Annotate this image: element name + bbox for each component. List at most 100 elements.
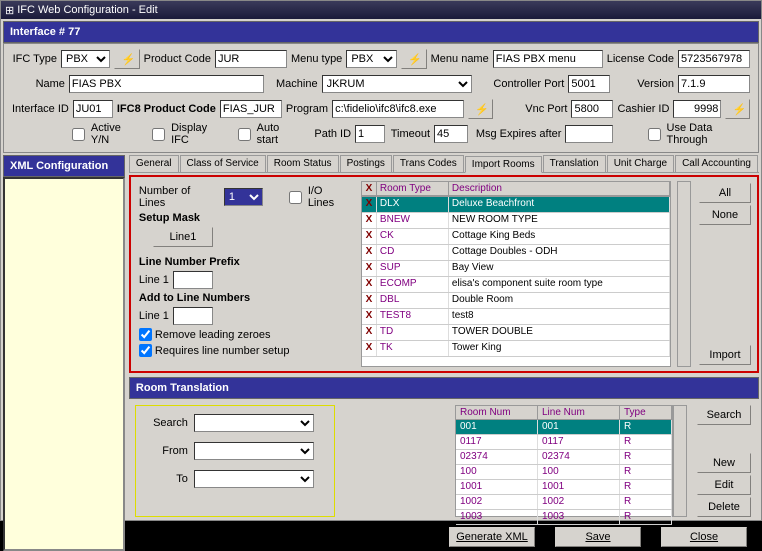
x-cell[interactable]: X <box>362 261 377 276</box>
ifc8-product-input[interactable] <box>220 100 282 118</box>
add-line1-input[interactable] <box>173 307 213 325</box>
cashier-id-input[interactable] <box>673 100 721 118</box>
timeout-input[interactable] <box>434 125 468 143</box>
active-yn-label: Active Y/N <box>91 122 139 146</box>
tab-unit-charge[interactable]: Unit Charge <box>607 155 674 172</box>
generate-xml-button[interactable]: Generate XML <box>449 527 535 547</box>
translation-row[interactable]: 001001R <box>456 420 672 435</box>
translation-row[interactable]: 01170117R <box>456 435 672 450</box>
prefix-line1-input[interactable] <box>173 271 213 289</box>
num-lines-select[interactable]: 1 <box>224 188 263 206</box>
type-header[interactable]: Type <box>620 406 672 419</box>
room-type-row[interactable]: XTEST8test8 <box>362 309 670 325</box>
room-type-row[interactable]: XCKCottage King Beds <box>362 229 670 245</box>
none-button[interactable]: None <box>699 205 751 225</box>
all-button[interactable]: All <box>699 183 751 203</box>
room-type-row[interactable]: XDBLDouble Room <box>362 293 670 309</box>
room-type-row[interactable]: XECOMPelisa's component suite room type <box>362 277 670 293</box>
room-type-row[interactable]: XCDCottage Doubles - ODH <box>362 245 670 261</box>
msg-expires-input[interactable] <box>565 125 613 143</box>
vnc-port-input[interactable] <box>571 100 613 118</box>
translation-row[interactable]: 10021002R <box>456 495 672 510</box>
controller-port-input[interactable] <box>568 75 610 93</box>
product-code-input[interactable] <box>215 50 287 68</box>
interface-id-input[interactable] <box>73 100 113 118</box>
display-ifc-checkbox[interactable] <box>152 128 165 141</box>
edit-button[interactable]: Edit <box>697 475 751 495</box>
room-num-header[interactable]: Room Num <box>456 406 538 419</box>
import-button[interactable]: Import <box>699 345 751 365</box>
x-cell[interactable]: X <box>362 293 377 308</box>
room-type-row[interactable]: XDLXDeluxe Beachfront <box>362 197 670 213</box>
machine-select[interactable]: JKRUM <box>322 75 472 93</box>
tab-general[interactable]: General <box>129 155 179 172</box>
x-cell[interactable]: X <box>362 245 377 260</box>
room-num-cell: 100 <box>456 465 538 479</box>
x-cell[interactable]: X <box>362 341 377 356</box>
remove-zeroes-checkbox[interactable] <box>139 328 152 341</box>
x-cell[interactable]: X <box>362 213 377 228</box>
use-data-through-checkbox[interactable] <box>648 128 661 141</box>
x-cell[interactable]: X <box>362 277 377 292</box>
grid-x-header[interactable]: X <box>362 182 377 195</box>
close-button[interactable]: Close <box>661 527 747 547</box>
x-cell[interactable]: X <box>362 229 377 244</box>
x-cell[interactable]: X <box>362 325 377 340</box>
translation-scrollbar[interactable] <box>673 405 687 517</box>
save-button[interactable]: Save <box>555 527 641 547</box>
translation-row[interactable]: 0237402374R <box>456 450 672 465</box>
xml-tree[interactable] <box>3 177 125 551</box>
tab-room-status[interactable]: Room Status <box>267 155 339 172</box>
requires-setup-checkbox[interactable] <box>139 344 152 357</box>
type-cell: SUP <box>377 261 449 276</box>
room-type-scrollbar[interactable] <box>677 181 691 367</box>
room-translation-header: Room Translation <box>129 377 759 399</box>
search-button[interactable]: Search <box>697 405 751 425</box>
active-yn-checkbox[interactable] <box>72 128 85 141</box>
to-select[interactable] <box>194 470 314 488</box>
name-input[interactable] <box>69 75 264 93</box>
delete-button[interactable]: Delete <box>697 497 751 517</box>
path-id-input[interactable] <box>355 125 385 143</box>
ifc-type-flash-button[interactable]: ⚡ <box>114 49 139 69</box>
room-type-row[interactable]: XBNEWNEW ROOM TYPE <box>362 213 670 229</box>
search-select[interactable] <box>194 414 314 432</box>
line-num-header[interactable]: Line Num <box>538 406 620 419</box>
grid-type-header[interactable]: Room Type <box>377 182 449 195</box>
type-cell: TD <box>377 325 449 340</box>
room-type-row[interactable]: XSUPBay View <box>362 261 670 277</box>
auto-start-checkbox[interactable] <box>238 128 251 141</box>
io-lines-checkbox[interactable] <box>289 191 302 204</box>
titlebar: ⊞ IFC Web Configuration - Edit <box>1 1 761 19</box>
tab-class-of-service[interactable]: Class of Service <box>180 155 266 172</box>
program-flash-button[interactable]: ⚡ <box>468 99 493 119</box>
cashier-flash-button[interactable]: ⚡ <box>725 99 750 119</box>
program-input[interactable] <box>332 100 464 118</box>
tab-call-accounting[interactable]: Call Accounting <box>675 155 758 172</box>
search-label: Search <box>144 417 188 429</box>
translation-row[interactable]: 100100R <box>456 465 672 480</box>
license-code-input[interactable] <box>678 50 750 68</box>
menu-name-input[interactable] <box>493 50 603 68</box>
x-cell[interactable]: X <box>362 309 377 324</box>
new-button[interactable]: New <box>697 453 751 473</box>
grid-desc-header[interactable]: Description <box>449 182 670 195</box>
room-num-cell: 02374 <box>456 450 538 464</box>
tab-postings[interactable]: Postings <box>340 155 392 172</box>
type-cell: DLX <box>377 197 449 212</box>
desc-cell: Cottage King Beds <box>449 229 670 244</box>
room-type-row[interactable]: XTDTOWER DOUBLE <box>362 325 670 341</box>
x-cell[interactable]: X <box>362 197 377 212</box>
tab-trans-codes[interactable]: Trans Codes <box>393 155 464 172</box>
ifc-type-select[interactable]: PBX <box>61 50 110 68</box>
tab-import-rooms[interactable]: Import Rooms <box>465 156 542 173</box>
translation-row[interactable]: 10011001R <box>456 480 672 495</box>
from-select[interactable] <box>194 442 314 460</box>
line1-button[interactable]: Line1 <box>153 227 213 247</box>
tab-translation[interactable]: Translation <box>543 155 606 172</box>
menu-type-flash-button[interactable]: ⚡ <box>401 49 426 69</box>
room-type-row[interactable]: XTKTower King <box>362 341 670 357</box>
version-input[interactable] <box>678 75 750 93</box>
type-cell: R <box>620 495 672 509</box>
menu-type-select[interactable]: PBX <box>346 50 397 68</box>
